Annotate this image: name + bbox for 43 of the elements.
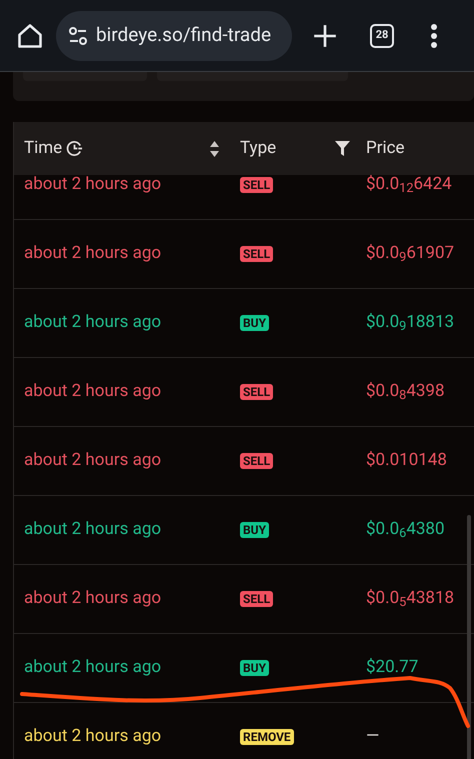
price-cell: $0.0$_{6}$4380 bbox=[366, 519, 445, 540]
column-header[interactable]: Time bbox=[24, 136, 62, 162]
filter-icon[interactable] bbox=[335, 141, 350, 156]
time-cell: about 2 hours ago bbox=[24, 657, 162, 678]
new-tab-icon[interactable] bbox=[312, 22, 338, 48]
trade-type-badge: BUY bbox=[240, 315, 269, 332]
price-cell: $0.0$_{12}$6424 bbox=[366, 175, 452, 194]
trade-type-badge: BUY bbox=[240, 522, 269, 538]
url-text: birdeye.so/find-trade bbox=[96, 22, 272, 48]
time-cell: about 2 hours ago bbox=[24, 312, 162, 332]
tab-count[interactable]: 28 bbox=[370, 24, 394, 48]
clock-icon[interactable] bbox=[66, 140, 84, 157]
trade-type-badge: REMOVE bbox=[240, 729, 294, 746]
trade-type-badge: SELL bbox=[240, 246, 274, 262]
home-icon[interactable] bbox=[16, 22, 44, 50]
price-cell: $0.010148 bbox=[366, 450, 447, 470]
time-cell: about 2 hours ago bbox=[24, 381, 162, 402]
time-cell: about 2 hours ago bbox=[24, 243, 162, 264]
scrollbar[interactable] bbox=[467, 515, 471, 759]
trade-type-badge: BUY bbox=[240, 660, 269, 676]
tune-icon[interactable] bbox=[68, 26, 88, 44]
sort-icon[interactable] bbox=[209, 140, 220, 158]
time-cell: about 2 hours ago bbox=[24, 726, 162, 746]
address-bar[interactable]: birdeye.so/find-trade bbox=[56, 10, 292, 60]
filter-field[interactable] bbox=[157, 72, 348, 81]
time-cell: about 2 hours ago bbox=[24, 175, 162, 194]
time-cell: about 2 hours ago bbox=[24, 588, 162, 608]
trade-type-badge: SELL bbox=[240, 591, 274, 608]
trade-type-badge: SELL bbox=[240, 177, 274, 194]
price-cell: $0.0$_{9}$18813 bbox=[366, 312, 454, 332]
column-header[interactable]: Price bbox=[366, 138, 405, 158]
price-cell: $20.77 bbox=[366, 657, 418, 678]
time-cell: about 2 hours ago bbox=[24, 450, 162, 470]
price-cell: — bbox=[366, 726, 380, 746]
trade-type-badge: SELL bbox=[240, 453, 274, 470]
price-cell: $0.0$_{9}$61907 bbox=[366, 243, 454, 264]
price-cell: $0.0$_{5}$43818 bbox=[366, 588, 454, 608]
more-icon[interactable] bbox=[430, 22, 438, 48]
price-cell: $0.0$_{8}$4398 bbox=[366, 381, 445, 402]
trade-type-badge: SELL bbox=[240, 384, 274, 400]
filter-field[interactable] bbox=[23, 72, 147, 81]
column-header[interactable]: Type bbox=[240, 136, 276, 162]
time-cell: about 2 hours ago bbox=[24, 519, 162, 540]
